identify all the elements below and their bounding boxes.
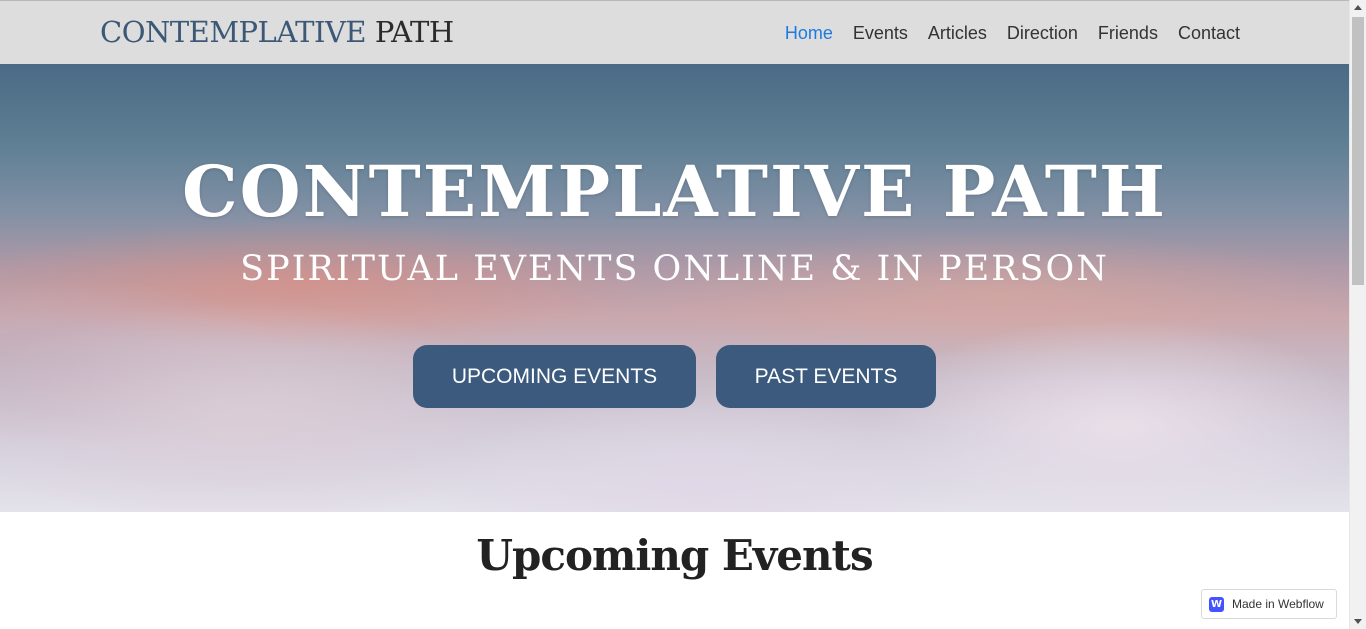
- nav-link-contact[interactable]: Contact: [1178, 21, 1240, 45]
- nav-link-home[interactable]: Home: [785, 21, 833, 45]
- scrollbar-thumb[interactable]: [1352, 17, 1364, 285]
- webflow-logo-icon: W: [1209, 596, 1224, 612]
- brand-word-contemplative: CONTEMPLATIVE: [100, 15, 367, 49]
- nav-link-articles[interactable]: Articles: [928, 21, 987, 45]
- nav-link-direction[interactable]: Direction: [1007, 21, 1078, 45]
- scroll-down-arrow-icon[interactable]: [1354, 619, 1362, 624]
- scroll-up-arrow-icon[interactable]: [1354, 5, 1362, 10]
- hero-title: CONTEMPLATIVE PATH: [181, 150, 1168, 233]
- hero-button-group: UPCOMING EVENTS PAST EVENTS: [0, 345, 1349, 408]
- page-scrollbar[interactable]: [1349, 0, 1366, 629]
- past-events-button[interactable]: PAST EVENTS: [716, 345, 936, 408]
- brand-word-path: PATH: [374, 15, 454, 49]
- webflow-badge-label: Made in Webflow: [1232, 597, 1324, 611]
- top-navbar: CONTEMPLATIVE PATH Home Events Articles …: [0, 0, 1349, 64]
- upcoming-events-button[interactable]: UPCOMING EVENTS: [413, 345, 696, 408]
- upcoming-events-heading: Upcoming Events: [476, 531, 873, 580]
- nav-link-events[interactable]: Events: [853, 21, 908, 45]
- made-in-webflow-badge[interactable]: W Made in Webflow: [1201, 589, 1337, 619]
- hero-subtitle: SPIRITUAL EVENTS ONLINE & IN PERSON: [240, 249, 1109, 289]
- nav-link-friends[interactable]: Friends: [1098, 21, 1158, 45]
- main-nav: Home Events Articles Direction Friends C…: [765, 1, 1240, 65]
- brand-logo[interactable]: CONTEMPLATIVE PATH: [100, 14, 454, 50]
- hero-banner: CONTEMPLATIVE PATH SPIRITUAL EVENTS ONLI…: [0, 64, 1349, 512]
